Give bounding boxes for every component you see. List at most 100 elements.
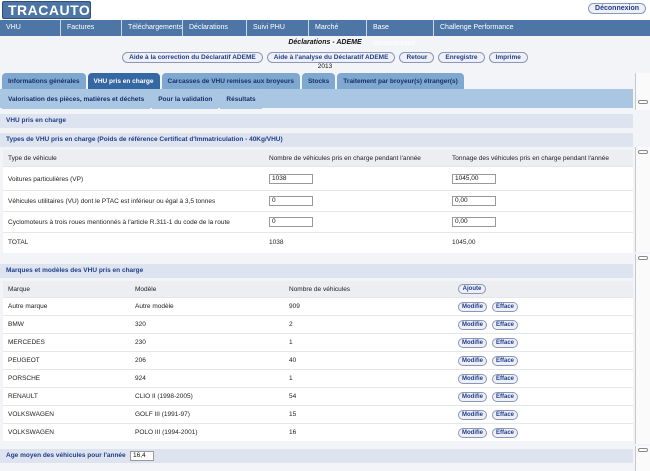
brands-table: Marque Modèle Nombre de véhicules Ajoute…	[3, 281, 633, 441]
logout-button[interactable]: Déconnexion	[588, 3, 646, 14]
brand-cell: PEUGEOT	[8, 357, 40, 364]
help-correction-button[interactable]: Aide à la correction du Déclaratif ADEME	[122, 52, 263, 63]
tab-pour-la-validation[interactable]: Pour la validation	[152, 91, 219, 109]
total-tonnage: 1045,00	[452, 239, 476, 246]
types-scrollbar[interactable]	[635, 147, 650, 252]
types-section-title: Types de VHU pris en charge (Poids de ré…	[0, 133, 633, 147]
count-cell: 2	[289, 321, 293, 328]
scroll-thumb[interactable]	[638, 100, 648, 104]
menu-item-suivi-phu[interactable]: Suivi PHU	[247, 20, 309, 36]
column-header-nombre: Nombre de véhicules	[289, 286, 351, 293]
back-button[interactable]: Retour	[399, 52, 435, 63]
table-row: Véhicules utilitaires (VU) dont le PTAC …	[3, 191, 633, 212]
table-header-row: Type de véhicule Nombre de véhicules pri…	[3, 150, 633, 167]
table-row: Voitures particulières (VP) 1038 1045,00	[3, 169, 633, 191]
total-count: 1038	[269, 239, 284, 246]
table-row: BMW 320 2 Modifie Efface	[3, 316, 633, 334]
edit-button[interactable]: Modifie	[458, 302, 487, 312]
tonnage-input-vp[interactable]: 1045,00	[452, 174, 496, 184]
delete-button[interactable]: Efface	[492, 428, 519, 438]
model-cell: Autre modèle	[135, 303, 174, 310]
count-input-cyclo[interactable]: 0	[269, 217, 313, 227]
action-bar: Aide à la correction du Déclaratif ADEME…	[0, 52, 650, 63]
count-cell: 909	[289, 303, 300, 310]
tracauto-logo[interactable]: TRACAUTO	[2, 1, 91, 19]
brand-cell: Autre marque	[8, 303, 48, 310]
count-input-vp[interactable]: 1038	[269, 174, 313, 184]
column-header-marque: Marque	[8, 286, 31, 293]
brands-scrollbar[interactable]	[635, 254, 650, 444]
delete-button[interactable]: Efface	[492, 320, 519, 330]
edit-button[interactable]: Modifie	[458, 392, 487, 402]
tab-valorisation[interactable]: Valorisation des pièces, matières et déc…	[2, 91, 151, 109]
model-cell: 206	[135, 357, 146, 364]
tab-resultats[interactable]: Résultats	[220, 91, 262, 109]
brand-cell: BMW	[8, 321, 24, 328]
table-row: Autre marque Autre modèle 909 Modifie Ef…	[3, 298, 633, 316]
edit-button[interactable]: Modifie	[458, 338, 487, 348]
delete-button[interactable]: Efface	[492, 302, 519, 312]
table-header-row: Marque Modèle Nombre de véhicules Ajoute	[3, 281, 633, 298]
add-brand-button[interactable]: Ajoute	[458, 284, 486, 294]
delete-button[interactable]: Efface	[492, 392, 519, 402]
scroll-thumb[interactable]	[638, 448, 648, 452]
menu-item-factures[interactable]: Factures	[61, 20, 122, 36]
declaration-year: 2013	[317, 63, 333, 70]
brand-cell: VOLKSWAGEN	[8, 429, 54, 436]
model-cell: CLIO II (1998-2005)	[135, 393, 193, 400]
table-row: Cyclomoteurs à trois roues mentionnés à …	[3, 212, 633, 233]
menu-item-telechargements[interactable]: Téléchargements	[122, 20, 183, 36]
table-row: VOLKSWAGEN POLO III (1994-2001) 16 Modif…	[3, 424, 633, 441]
section-vhu-title: VHU pris en charge	[0, 114, 633, 128]
save-button[interactable]: Enregistre	[438, 52, 485, 63]
model-cell: 320	[135, 321, 146, 328]
age-label: Age moyen des véhicules pour l'année	[0, 449, 633, 463]
vehicle-type: Voitures particulières (VP)	[8, 176, 84, 183]
menu-item-declarations[interactable]: Déclarations	[183, 20, 247, 36]
delete-button[interactable]: Efface	[492, 410, 519, 420]
count-input-vu[interactable]: 0	[269, 196, 313, 206]
edit-button[interactable]: Modifie	[458, 374, 487, 384]
age-input[interactable]: 16,4	[130, 451, 154, 461]
edit-button[interactable]: Modifie	[458, 356, 487, 366]
edit-button[interactable]: Modifie	[458, 428, 487, 438]
table-row: RENAULT CLIO II (1998-2005) 54 Modifie E…	[3, 388, 633, 406]
column-header-modele: Modèle	[135, 286, 157, 293]
age-scrollbar[interactable]	[635, 446, 650, 471]
column-header-count: Nombre de véhicules pris en charge penda…	[269, 155, 421, 162]
brands-section-title: Marques et modèles des VHU pris en charg…	[0, 264, 633, 278]
model-cell: 230	[135, 339, 146, 346]
menu-item-base-documentaire[interactable]: Base documentaire	[367, 20, 434, 47]
scroll-thumb[interactable]	[638, 150, 648, 154]
print-button[interactable]: Imprime	[488, 52, 528, 63]
vehicle-type: Cyclomoteurs à trois roues mentionnés à …	[8, 219, 230, 226]
main-menu: VHU Factures Téléchargements Déclaration…	[0, 20, 650, 47]
help-analysis-button[interactable]: Aide à l'analyse du Déclaratif ADEME	[266, 52, 396, 63]
count-cell: 16	[289, 429, 297, 436]
delete-button[interactable]: Efface	[492, 374, 519, 384]
vehicle-type: Véhicules utilitaires (VU) dont le PTAC …	[8, 198, 216, 205]
menu-item-marche-matieres[interactable]: Marché Matières	[309, 20, 367, 47]
table-row: PEUGEOT 206 40 Modifie Efface	[3, 352, 633, 370]
count-cell: 1	[289, 375, 293, 382]
count-cell: 15	[289, 411, 297, 418]
tonnage-input-vu[interactable]: 0,00	[452, 196, 496, 206]
brand-cell: MERCEDES	[8, 339, 45, 346]
menu-item-vhu[interactable]: VHU	[0, 20, 61, 36]
count-cell: 1	[289, 339, 293, 346]
count-cell: 40	[289, 357, 297, 364]
model-cell: GOLF III (1991-97)	[135, 411, 190, 418]
edit-button[interactable]: Modifie	[458, 410, 487, 420]
table-row: MERCEDES 230 1 Modifie Efface	[3, 334, 633, 352]
menu-item-challenge-performance[interactable]: Challenge Performance	[434, 20, 650, 36]
tabs-scrollbar[interactable]	[635, 73, 650, 110]
edit-button[interactable]: Modifie	[458, 320, 487, 330]
sub-tabs: Valorisation des pièces, matières et déc…	[2, 91, 262, 109]
delete-button[interactable]: Efface	[492, 356, 519, 366]
brand-cell: PORSCHE	[8, 375, 41, 382]
delete-button[interactable]: Efface	[492, 338, 519, 348]
scroll-thumb[interactable]	[638, 256, 648, 260]
total-label: TOTAL	[8, 239, 29, 246]
count-cell: 54	[289, 393, 297, 400]
tonnage-input-cyclo[interactable]: 0,00	[452, 217, 496, 227]
